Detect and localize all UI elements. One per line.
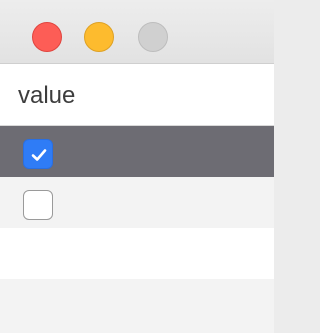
table-row[interactable] — [0, 177, 274, 228]
value-checkbox[interactable] — [23, 190, 53, 220]
table-header[interactable]: value — [0, 64, 274, 126]
title-bar[interactable] — [0, 0, 274, 64]
zoom-window-button[interactable] — [138, 22, 168, 52]
column-header-value: value — [18, 82, 76, 109]
empty-row — [0, 228, 274, 279]
app-window: value — [0, 0, 274, 333]
empty-row — [0, 279, 274, 333]
checkmark-icon — [31, 149, 47, 161]
minimize-window-button[interactable] — [84, 22, 114, 52]
close-window-button[interactable] — [32, 22, 62, 52]
value-checkbox[interactable] — [23, 139, 53, 169]
value-table: value — [0, 64, 274, 333]
table-row[interactable] — [0, 126, 274, 177]
